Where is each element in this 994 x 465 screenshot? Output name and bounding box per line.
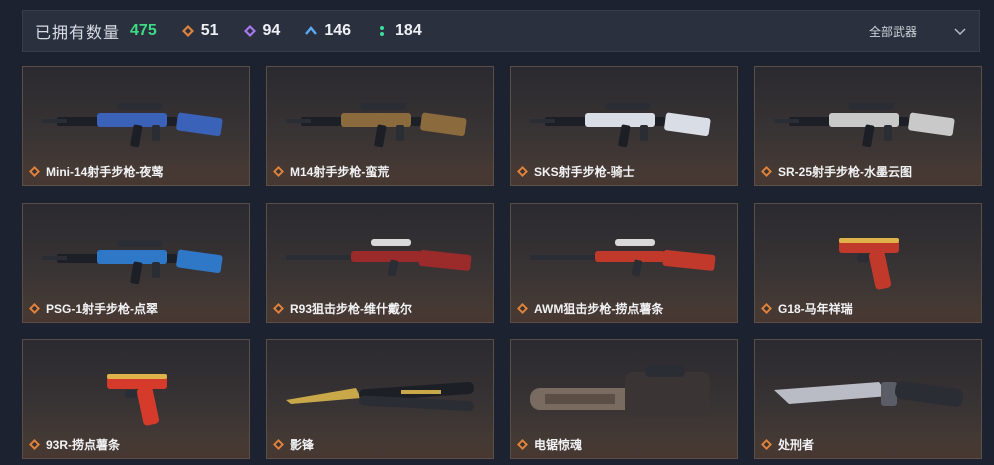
rifle-icon [37,87,237,157]
weapon-name: 处刑者 [761,436,814,453]
blue-chevron-icon [304,24,318,38]
orange-diamond-icon [517,166,528,177]
rarity-stat-green: 184 [375,22,422,40]
butterfly-knife-icon [281,360,481,430]
orange-diamond-icon [273,303,284,314]
orange-diamond-icon [29,303,40,314]
rifle-icon [769,87,969,157]
weapon-card[interactable]: 处刑者 [754,339,982,459]
weapon-name: 电锯惊魂 [517,436,582,453]
orange-diamond-icon [29,439,40,450]
weapon-card[interactable]: SR-25射手步枪-水墨云图 [754,66,982,186]
knife-icon [769,360,969,430]
weapon-name-text: 93R-捞点薯条 [46,438,121,452]
pistol-icon [769,224,969,294]
weapon-name: SR-25射手步枪-水墨云图 [761,163,912,180]
weapon-name-text: Mini-14射手步枪-夜莺 [46,165,164,179]
weapon-name-text: R93狙击步枪-维什戴尔 [290,302,413,316]
weapon-name: M14射手步枪-蛮荒 [273,163,389,180]
orange-diamond-icon [761,166,772,177]
weapon-name: AWM狙击步枪-捞点薯条 [517,300,663,317]
owned-count-value: 475 [130,22,157,39]
rarity-stat-orange: 51 [181,22,219,40]
orange-diamond-icon [761,439,772,450]
weapon-card[interactable]: SKS射手步枪-骑士 [510,66,738,186]
weapon-name-text: M14射手步枪-蛮荒 [290,165,390,179]
sniper-icon [281,224,481,294]
chainsaw-icon [525,360,725,430]
weapon-name: SKS射手步枪-骑士 [517,163,635,180]
inventory-header: 已拥有数量 475 51 94 146 184 全部武器 [22,10,980,52]
orange-diamond-icon [761,303,772,314]
weapon-card[interactable]: M14射手步枪-蛮荒 [266,66,494,186]
rifle-icon [281,87,481,157]
weapon-name-text: SKS射手步枪-骑士 [534,165,635,179]
weapon-filter-label: 全部武器 [868,24,917,39]
weapon-name-text: PSG-1射手步枪-点翠 [46,302,159,316]
weapon-card[interactable]: PSG-1射手步枪-点翠 [22,203,250,323]
weapon-card[interactable]: 电锯惊魂 [510,339,738,459]
orange-diamond-icon [517,439,528,450]
weapon-card[interactable]: R93狙击步枪-维什戴尔 [266,203,494,323]
orange-diamond-icon [29,166,40,177]
weapon-name: 影锋 [273,436,314,453]
owned-count-label: 已拥有数量 [35,25,121,42]
orange-diamond-icon [517,303,528,314]
rifle-icon [37,224,237,294]
weapon-name-text: SR-25射手步枪-水墨云图 [778,165,913,179]
weapon-name-text: G18-马年祥瑞 [778,302,853,316]
weapon-card[interactable]: Mini-14射手步枪-夜莺 [22,66,250,186]
rarity-stat-purple-value: 94 [262,22,281,39]
pistol-icon [37,360,237,430]
weapon-card[interactable]: 影锋 [266,339,494,459]
purple-diamond-icon [243,24,257,38]
rarity-stat-orange-value: 51 [200,22,219,39]
weapon-card[interactable]: G18-马年祥瑞 [754,203,982,323]
weapon-name-text: AWM狙击步枪-捞点薯条 [534,302,664,316]
weapon-name-text: 影锋 [290,438,315,452]
chevron-down-icon [954,28,966,36]
rifle-icon [525,87,725,157]
weapon-filter-dropdown[interactable]: 全部武器 [869,11,967,51]
weapon-card[interactable]: 93R-捞点薯条 [22,339,250,459]
rarity-stat-green-value: 184 [395,22,422,39]
weapon-name: Mini-14射手步枪-夜莺 [29,163,163,180]
sniper-icon [525,224,725,294]
rarity-stat-blue: 146 [304,22,351,40]
weapon-card[interactable]: AWM狙击步枪-捞点薯条 [510,203,738,323]
weapon-name-text: 电锯惊魂 [534,438,583,452]
weapon-name: 93R-捞点薯条 [29,436,120,453]
orange-diamond-icon [181,24,195,38]
rarity-stat-purple: 94 [243,22,281,40]
weapon-name: R93狙击步枪-维什戴尔 [273,300,412,317]
weapon-name: PSG-1射手步枪-点翠 [29,300,158,317]
orange-diamond-icon [273,439,284,450]
orange-diamond-icon [273,166,284,177]
weapon-name: G18-马年祥瑞 [761,300,853,317]
rarity-stat-blue-value: 146 [324,22,352,39]
green-dots-icon [375,24,389,38]
weapon-name-text: 处刑者 [778,438,815,452]
